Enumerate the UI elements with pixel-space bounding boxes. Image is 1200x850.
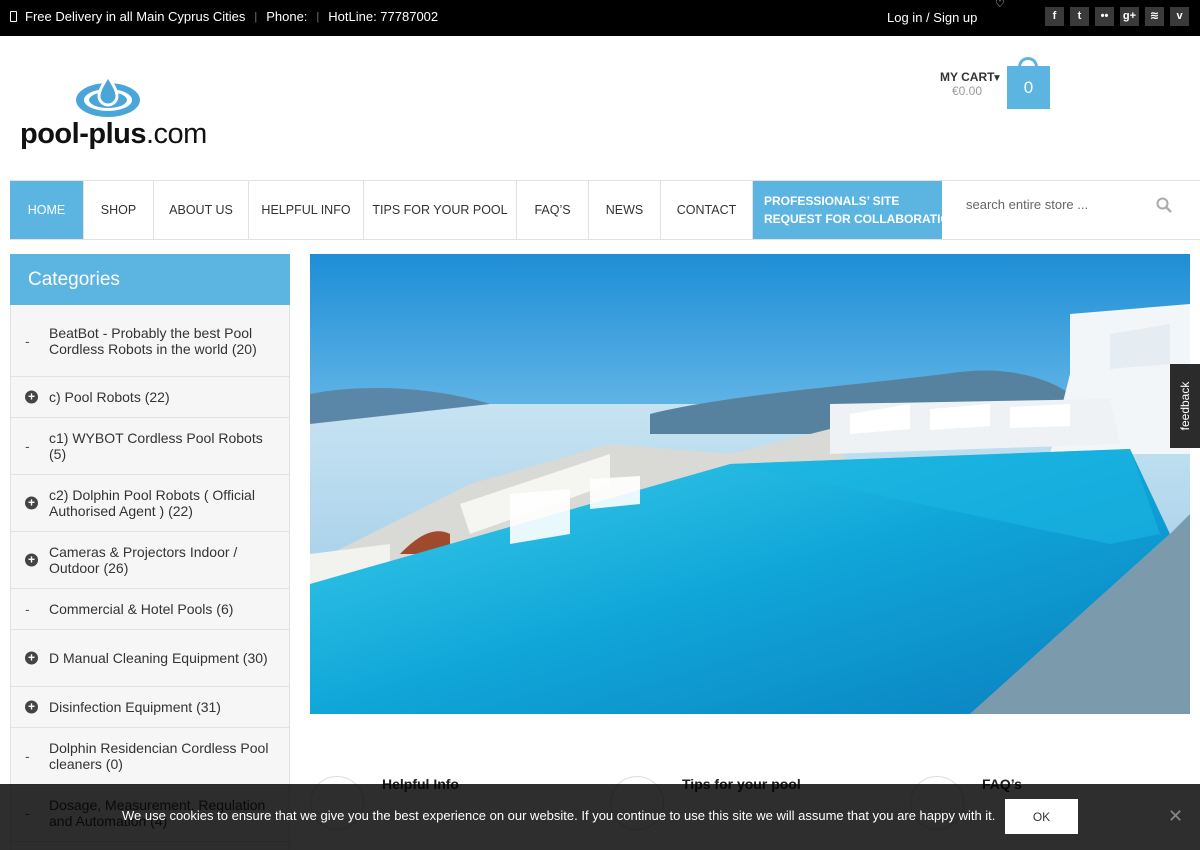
nav-item-about-us[interactable]: ABOUT US [154,181,249,239]
cart-amount: €0.00 [952,84,983,98]
cookie-message: We use cookies to ensure that we give yo… [122,808,996,823]
category-item[interactable]: + Cameras & Projectors Indoor / Outdoor (… [11,532,289,589]
separator: | [254,10,258,23]
twitter-icon[interactable]: t [1070,7,1089,26]
plus-circle-icon[interactable]: + [25,496,38,510]
plus-circle-icon[interactable]: + [25,651,38,665]
category-label: c2) Dolphin Pool Robots ( Official Autho… [49,487,255,519]
vimeo-icon[interactable]: v [1170,7,1189,26]
category-label: Cameras & Projectors Indoor / Outdoor (2… [49,544,238,576]
site-logo[interactable]: pool-plus.com [20,74,210,154]
wishlist-heart-icon[interactable]: ♡ [995,0,1005,10]
dash-icon: - [25,748,30,764]
categories-title: Categories [10,254,290,305]
cart-label: MY CART [940,70,995,84]
category-item[interactable]: - BeatBot - Probably the best Pool Cordle… [11,305,289,377]
top-bar: Free Delivery in all Main Cyprus Cities … [0,0,1200,36]
nav-item-helpful-info[interactable]: HELPFUL INFO [249,181,364,239]
mobile-phone-icon [10,11,17,22]
auth-links: Log in / Sign up [887,10,977,25]
signup-link[interactable]: Sign up [933,10,977,25]
category-label: c) Pool Robots (22) [49,389,170,405]
feedback-label: feedback [1178,381,1192,431]
hotline-text: HotLine: 77787002 [328,9,439,24]
water-drop-logo-icon [76,74,140,117]
category-label: Disinfection Equipment (31) [49,699,221,715]
social-links: f t •• g+ ≋ v [1045,7,1189,26]
pro-line-2: REQUEST FOR COLLABORATION [764,212,959,226]
nav-item-tips-for-your-pool[interactable]: TIPS FOR YOUR POOL [364,181,517,239]
close-icon[interactable]: ✕ [1168,806,1183,827]
search-box [942,181,1200,239]
categories-sidebar: Categories - BeatBot - Probably the best … [10,254,290,850]
separator: | [316,10,320,23]
nav-item-faq-s[interactable]: FAQ’S [517,181,589,239]
cart-count: 0 [1007,66,1050,109]
category-item[interactable]: + D Manual Cleaning Equipment (30) [11,630,289,687]
category-label: Commercial & Hotel Pools (6) [49,601,234,617]
login-link[interactable]: Log in / [887,10,930,25]
category-item[interactable]: + Disinfection Equipment (31) [11,687,289,728]
category-item[interactable]: + c) Pool Robots (22) [11,377,289,418]
topbar-info: Free Delivery in all Main Cyprus Cities … [10,9,438,24]
category-label: D Manual Cleaning Equipment (30) [49,650,268,666]
dash-icon: - [25,601,30,617]
nav-item-news[interactable]: NEWS [589,181,661,239]
pro-line-1: PROFESSIONALS’ SITE [764,194,900,208]
professionals-site-link[interactable]: PROFESSIONALS’ SITE REQUEST FOR COLLABOR… [753,181,959,239]
search-icon[interactable] [1156,197,1172,213]
category-item[interactable]: + c2) Dolphin Pool Robots ( Official Auth… [11,475,289,532]
main-navigation: HOME SHOP ABOUT US HELPFUL INFO TIPS FOR YOU… [10,180,1200,240]
logo-text: pool-plus.com [20,118,207,150]
plus-circle-icon[interactable]: + [25,553,38,567]
nav-item-contact[interactable]: CONTACT [661,181,753,239]
nav-item-shop[interactable]: SHOP [84,181,154,239]
phone-label: Phone: [266,9,308,24]
cart-bag-button[interactable]: 0 [1007,57,1050,109]
category-label: Dolphin Residencian Cordless Pool cleane… [49,740,269,772]
chevron-down-icon[interactable]: ▼ [992,73,1002,84]
plus-circle-icon[interactable]: + [25,390,38,404]
delivery-text: Free Delivery in all Main Cyprus Cities [25,9,246,24]
facebook-icon[interactable]: f [1045,7,1064,26]
category-item[interactable]: - Commercial & Hotel Pools (6) [11,589,289,630]
hero-banner-image[interactable] [310,254,1190,714]
rss-icon[interactable]: ≋ [1145,7,1164,26]
cookie-ok-button[interactable]: OK [1005,799,1078,834]
infinity-pool-scene [310,254,1190,714]
dash-icon: - [25,332,30,349]
search-input[interactable] [966,197,1146,212]
category-item[interactable]: - Dolphin Residencian Cordless Pool clean… [11,728,289,785]
category-label: c1) WYBOT Cordless Pool Robots (5) [49,430,263,462]
category-label: BeatBot - Probably the best Pool Cordles… [49,324,257,357]
category-item[interactable]: - c1) WYBOT Cordless Pool Robots (5) [11,418,289,475]
plus-circle-icon[interactable]: + [25,700,38,714]
feedback-tab[interactable]: feedback [1170,364,1200,448]
google-plus-icon[interactable]: g+ [1120,7,1139,26]
dash-icon: - [25,438,30,454]
flickr-icon[interactable]: •• [1095,7,1114,26]
cookie-notice: We use cookies to ensure that we give yo… [0,784,1200,850]
nav-item-home[interactable]: HOME [10,181,84,239]
